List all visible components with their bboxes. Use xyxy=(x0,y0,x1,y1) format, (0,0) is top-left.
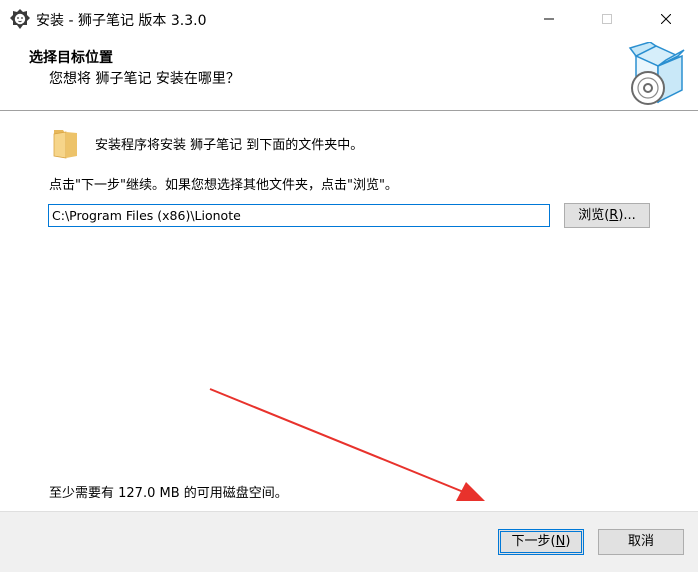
footer-bar xyxy=(0,511,698,572)
install-path-input[interactable] xyxy=(48,204,550,227)
next-button[interactable]: 下一步(N) xyxy=(498,529,584,555)
maximize-icon xyxy=(602,14,612,24)
browse-label-prefix: 浏览( xyxy=(578,208,610,223)
browse-label-suffix: )... xyxy=(618,208,636,223)
disk-space-text: 至少需要有 127.0 MB 的可用磁盘空间。 xyxy=(49,486,288,501)
header-divider xyxy=(0,110,698,111)
lion-logo-icon xyxy=(10,9,30,29)
browse-shortcut-key: R xyxy=(609,208,619,223)
browse-button[interactable]: 浏览(R)... xyxy=(564,203,650,228)
folder-icon xyxy=(53,130,77,159)
install-box-disc-icon xyxy=(628,42,685,105)
minimize-button[interactable] xyxy=(526,0,572,38)
minimize-icon xyxy=(544,18,554,20)
next-label-prefix: 下一步( xyxy=(511,534,556,549)
page-title: 选择目标位置 xyxy=(29,50,113,66)
close-icon xyxy=(661,14,671,24)
installer-window: 安装 - 狮子笔记 版本 3.3.0 选择目标位置 您想将 狮子笔记 安装在哪里… xyxy=(0,0,698,572)
maximize-button xyxy=(584,0,630,38)
title-bar[interactable]: 安装 - 狮子笔记 版本 3.3.0 xyxy=(0,0,698,38)
cancel-button[interactable]: 取消 xyxy=(598,529,684,555)
page-subtitle: 您想将 狮子笔记 安装在哪里？ xyxy=(49,71,240,87)
next-label-suffix: ) xyxy=(565,534,571,549)
next-shortcut-key: N xyxy=(555,534,566,549)
instruction-text: 点击"下一步"继续。如果您想选择其他文件夹，点击"浏览"。 xyxy=(49,178,398,193)
close-button[interactable] xyxy=(643,0,689,38)
window-title: 安装 - 狮子笔记 版本 3.3.0 xyxy=(36,13,207,29)
intro-text: 安装程序将安装 狮子笔记 到下面的文件夹中。 xyxy=(95,138,364,153)
